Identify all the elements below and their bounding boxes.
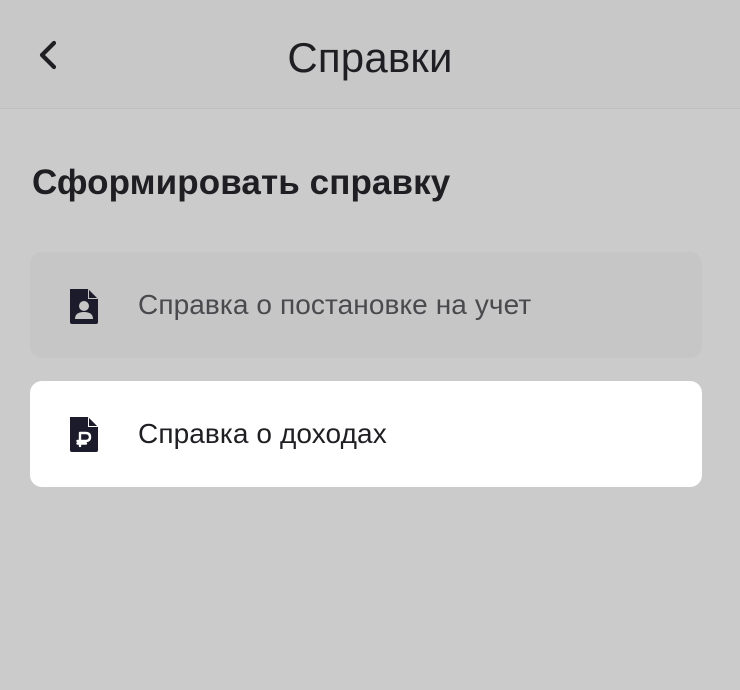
certificate-income-item[interactable]: Справка о доходах bbox=[30, 381, 702, 487]
page-title: Справки bbox=[287, 34, 453, 81]
item-label: Справка о доходах bbox=[138, 418, 387, 449]
document-ruble-icon bbox=[66, 414, 102, 454]
section-title: Сформировать справку bbox=[32, 163, 451, 202]
document-person-icon bbox=[66, 286, 102, 326]
item-label: Справка о постановке на учет bbox=[138, 289, 532, 320]
certificate-registration-item[interactable]: Справка о постановке на учет bbox=[30, 252, 702, 358]
app-header: Справки bbox=[0, 0, 740, 109]
